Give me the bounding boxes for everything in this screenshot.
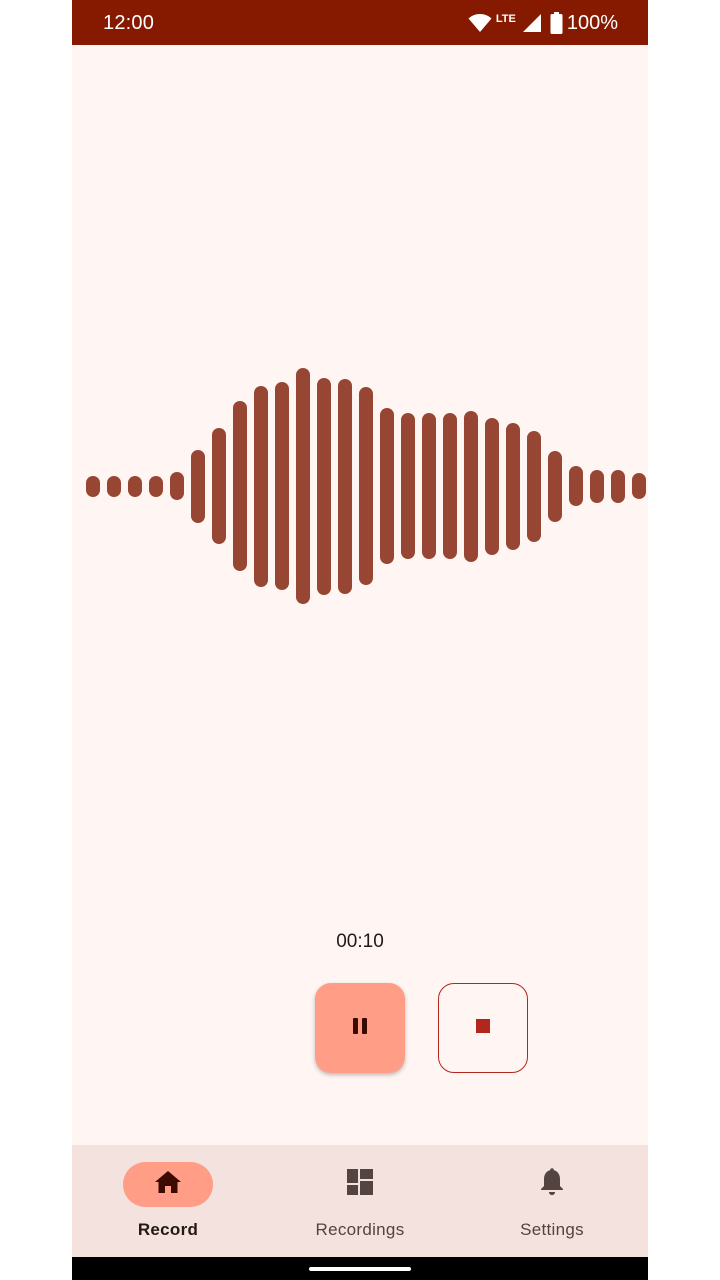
pause-button[interactable]	[315, 983, 405, 1073]
recording-timer: 00:10	[336, 931, 384, 952]
nav-item-record[interactable]: Record	[72, 1145, 264, 1257]
nav-indicator	[507, 1162, 597, 1207]
waveform-bar	[191, 450, 205, 523]
waveform-bar	[338, 379, 352, 594]
waveform-bar	[632, 473, 646, 499]
waveform-bar	[254, 386, 268, 587]
waveform-bar	[401, 413, 415, 559]
dashboard-icon	[347, 1169, 373, 1200]
gesture-handle[interactable]	[309, 1267, 411, 1271]
nav-label-recordings: Recordings	[315, 1220, 405, 1239]
nav-item-settings[interactable]: Settings	[456, 1145, 648, 1257]
nav-item-recordings[interactable]: Recordings	[264, 1145, 456, 1257]
waveform-bar	[443, 413, 457, 559]
waveform-bar	[359, 387, 373, 585]
phone-screen: 12:00 LTE 100% 00:10 Record Recordings S…	[72, 0, 648, 1280]
waveform-bar	[548, 451, 562, 522]
wifi-icon	[468, 13, 492, 33]
waveform-bar	[212, 428, 226, 544]
audio-waveform	[72, 360, 648, 612]
waveform-bar	[149, 476, 163, 497]
nav-label-settings: Settings	[520, 1220, 584, 1239]
nav-active-indicator	[123, 1162, 213, 1207]
waveform-bar	[296, 368, 310, 604]
waveform-bar	[590, 470, 604, 503]
waveform-bar	[422, 413, 436, 559]
lte-icon: LTE	[495, 12, 516, 25]
cell-signal-icon	[522, 13, 542, 33]
bell-icon	[540, 1168, 564, 1201]
waveform-bar	[107, 476, 121, 497]
bottom-navigation: Record Recordings Settings	[72, 1145, 648, 1257]
nav-indicator	[315, 1162, 405, 1207]
status-time: 12:00	[103, 12, 155, 34]
waveform-bar	[569, 466, 583, 506]
gesture-navigation-bar	[72, 1257, 648, 1280]
waveform-bar	[506, 423, 520, 550]
battery-icon	[550, 12, 563, 34]
pause-icon	[352, 1017, 368, 1039]
waveform-bar	[485, 418, 499, 555]
waveform-bar	[611, 470, 625, 503]
waveform-bar	[527, 431, 541, 542]
stop-icon	[476, 1018, 490, 1038]
home-icon	[154, 1170, 182, 1199]
waveform-bar	[464, 411, 478, 562]
status-bar: 12:00 LTE 100%	[72, 0, 648, 45]
waveform-bar	[380, 408, 394, 564]
waveform-bar	[233, 401, 247, 571]
battery-percentage: 100%	[566, 12, 618, 34]
nav-label-record: Record	[137, 1220, 199, 1239]
waveform-bar	[86, 476, 100, 497]
waveform-bar	[275, 382, 289, 590]
stop-button[interactable]	[438, 983, 528, 1073]
waveform-bar	[128, 476, 142, 497]
status-icons: LTE 100%	[468, 10, 618, 36]
waveform-bar	[317, 378, 331, 595]
waveform-bar	[170, 472, 184, 500]
